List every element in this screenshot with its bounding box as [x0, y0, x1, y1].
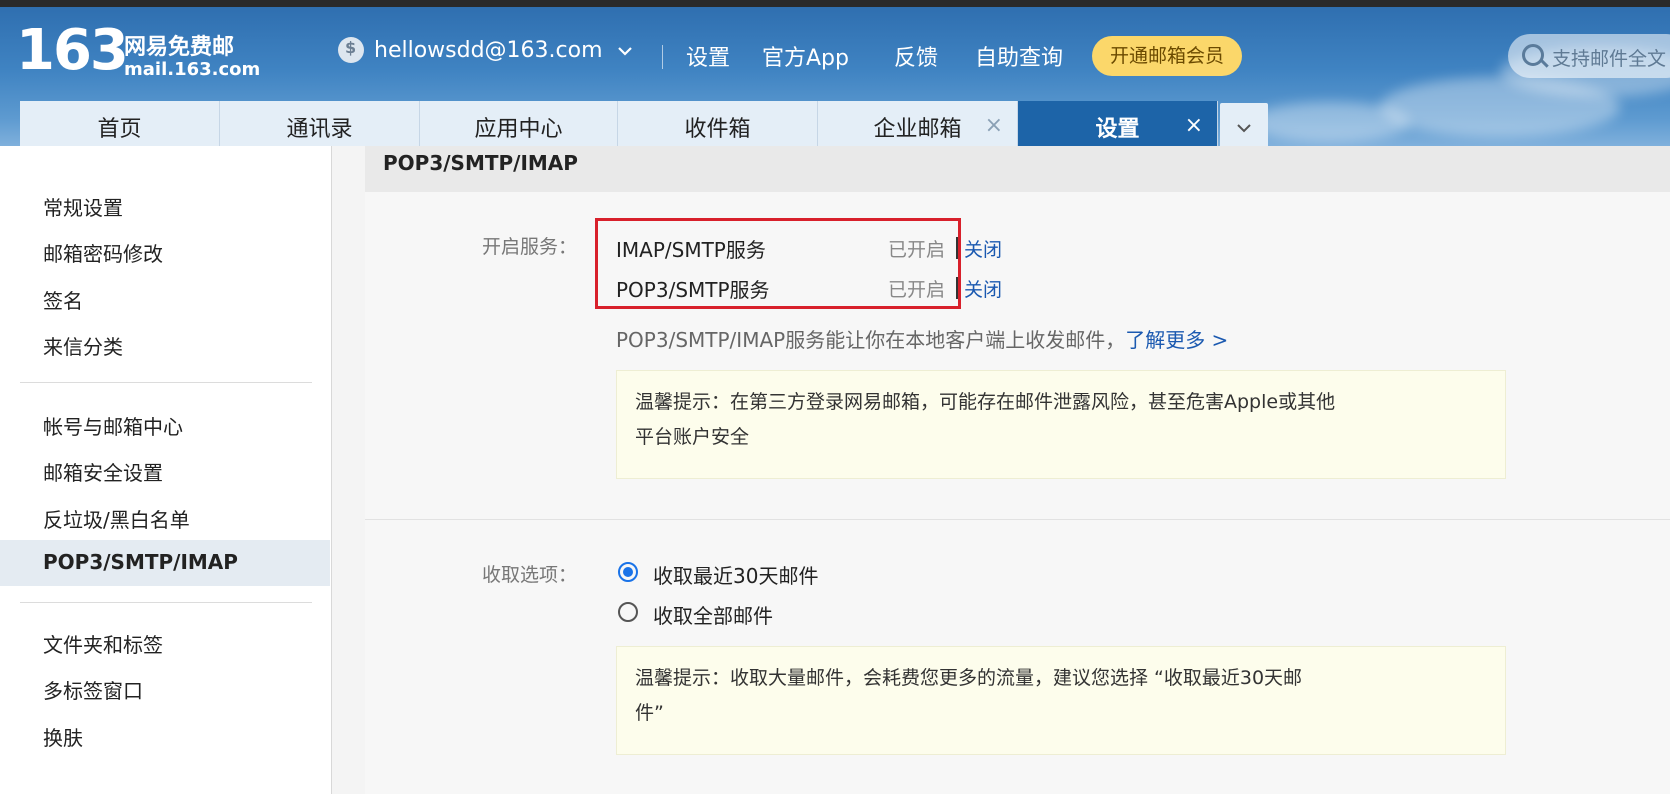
- logo-text: 网易免费邮: [124, 35, 235, 60]
- header-divider: [662, 45, 663, 69]
- tab-bar: 首页 通讯录 应用中心 收件箱 企业邮箱 × 设置 ×: [20, 101, 1268, 146]
- account-badge-icon: [338, 37, 364, 63]
- feedback-link[interactable]: 反馈: [894, 40, 938, 72]
- sidebar-item-pop3-smtp-imap[interactable]: POP3/SMTP/IMAP: [43, 550, 238, 574]
- window-top-edge: [0, 0, 1670, 7]
- service-info-text: POP3/SMTP/IMAP服务能让你在本地客户端上收发邮件，: [616, 328, 1126, 352]
- logo-domain: mail.163.com: [124, 59, 261, 80]
- sidebar-item-security[interactable]: 邮箱安全设置: [43, 457, 163, 486]
- section-title: POP3/SMTP/IMAP: [365, 146, 1670, 192]
- settings-link[interactable]: 设置: [686, 40, 730, 72]
- tip-line: 温馨提示：在第三方登录网易邮箱，可能存在邮件泄露风险，甚至危害Apple或其他: [635, 391, 1336, 413]
- tab-home[interactable]: 首页: [20, 101, 220, 146]
- tab-inbox[interactable]: 收件箱: [618, 101, 818, 146]
- tab-label: 通讯录: [286, 117, 353, 142]
- sidebar-item-account-center[interactable]: 帐号与邮箱中心: [43, 411, 183, 440]
- settings-sidebar: 常规设置 邮箱密码修改 签名 来信分类 帐号与邮箱中心 邮箱安全设置 反垃圾/黑…: [0, 146, 332, 794]
- close-icon[interactable]: ×: [985, 113, 1003, 138]
- tab-enterprise-mail[interactable]: 企业邮箱 ×: [818, 101, 1018, 146]
- pop3-close-link[interactable]: 关闭: [964, 275, 1002, 302]
- sidebar-item-skin[interactable]: 换肤: [43, 722, 83, 751]
- search-placeholder: 支持邮件全文: [1552, 48, 1667, 70]
- sidebar-divider: [20, 602, 312, 603]
- chevron-down-icon: [1237, 124, 1251, 133]
- sidebar-divider: [20, 382, 312, 383]
- tab-label: 设置: [1095, 117, 1140, 142]
- imap-close-link[interactable]: 关闭: [964, 235, 1002, 262]
- account-email: hellowsdd@163.com: [374, 37, 603, 63]
- settings-content: POP3/SMTP/IMAP 开启服务： IMAP/SMTP服务 已开启 关闭 …: [365, 146, 1670, 794]
- logo-number[interactable]: 163: [16, 21, 129, 81]
- tab-settings[interactable]: 设置 ×: [1018, 101, 1218, 146]
- sidebar-item-antispam[interactable]: 反垃圾/黑白名单: [43, 504, 190, 533]
- header-cloud: [1250, 102, 1410, 142]
- tab-label: 应用中心: [474, 117, 563, 142]
- radio-all-mail-label[interactable]: 收取全部邮件: [653, 600, 773, 629]
- receive-label: 收取选项：: [482, 564, 578, 586]
- section-divider: [365, 519, 1670, 520]
- vip-membership-button[interactable]: 开通邮箱会员: [1092, 36, 1242, 76]
- tip-line: 平台账户安全: [635, 426, 750, 448]
- tab-label: 企业邮箱: [873, 117, 962, 142]
- sidebar-item-mail-rules[interactable]: 来信分类: [43, 331, 123, 360]
- self-service-link[interactable]: 自助查询: [975, 40, 1063, 72]
- tab-label: 首页: [97, 117, 142, 142]
- account-menu[interactable]: hellowsdd@163.com: [338, 37, 633, 63]
- service-label: 开启服务：: [482, 236, 578, 258]
- app-header: 163 网易免费邮 mail.163.com hellowsdd@163.com…: [0, 7, 1670, 146]
- tab-label: 收件箱: [684, 117, 751, 142]
- tab-app-center[interactable]: 应用中心: [420, 101, 618, 146]
- search-icon: [1522, 44, 1544, 66]
- sidebar-item-password[interactable]: 邮箱密码修改: [43, 238, 163, 267]
- tip-line: 件”: [635, 702, 664, 724]
- learn-more-link[interactable]: 了解更多 >: [1125, 328, 1228, 352]
- sidebar-item-folders-tags[interactable]: 文件夹和标签: [43, 629, 163, 658]
- highlight-box: [595, 218, 961, 309]
- radio-all-mail[interactable]: [618, 602, 638, 622]
- traffic-tip: 温馨提示：收取大量邮件，会耗费您更多的流量，建议您选择 “收取最近30天邮 件”: [616, 646, 1506, 755]
- sidebar-item-multi-tab[interactable]: 多标签窗口: [43, 675, 143, 704]
- more-tabs-button[interactable]: [1220, 103, 1268, 146]
- radio-recent-30-days[interactable]: [618, 562, 638, 582]
- service-info: POP3/SMTP/IMAP服务能让你在本地客户端上收发邮件，了解更多 >: [616, 324, 1228, 353]
- sidebar-item-general[interactable]: 常规设置: [43, 192, 123, 221]
- search-box[interactable]: 支持邮件全文: [1508, 34, 1670, 78]
- official-app-link[interactable]: 官方App: [762, 40, 849, 72]
- security-tip: 温馨提示：在第三方登录网易邮箱，可能存在邮件泄露风险，甚至危害Apple或其他 …: [616, 370, 1506, 479]
- close-icon[interactable]: ×: [1185, 113, 1203, 138]
- tab-contacts[interactable]: 通讯录: [220, 101, 420, 146]
- radio-recent-30-days-label[interactable]: 收取最近30天邮件: [653, 560, 818, 589]
- chevron-down-icon: [617, 41, 633, 60]
- sidebar-item-signature[interactable]: 签名: [43, 285, 83, 314]
- tip-line: 温馨提示：收取大量邮件，会耗费您更多的流量，建议您选择 “收取最近30天邮: [635, 667, 1303, 689]
